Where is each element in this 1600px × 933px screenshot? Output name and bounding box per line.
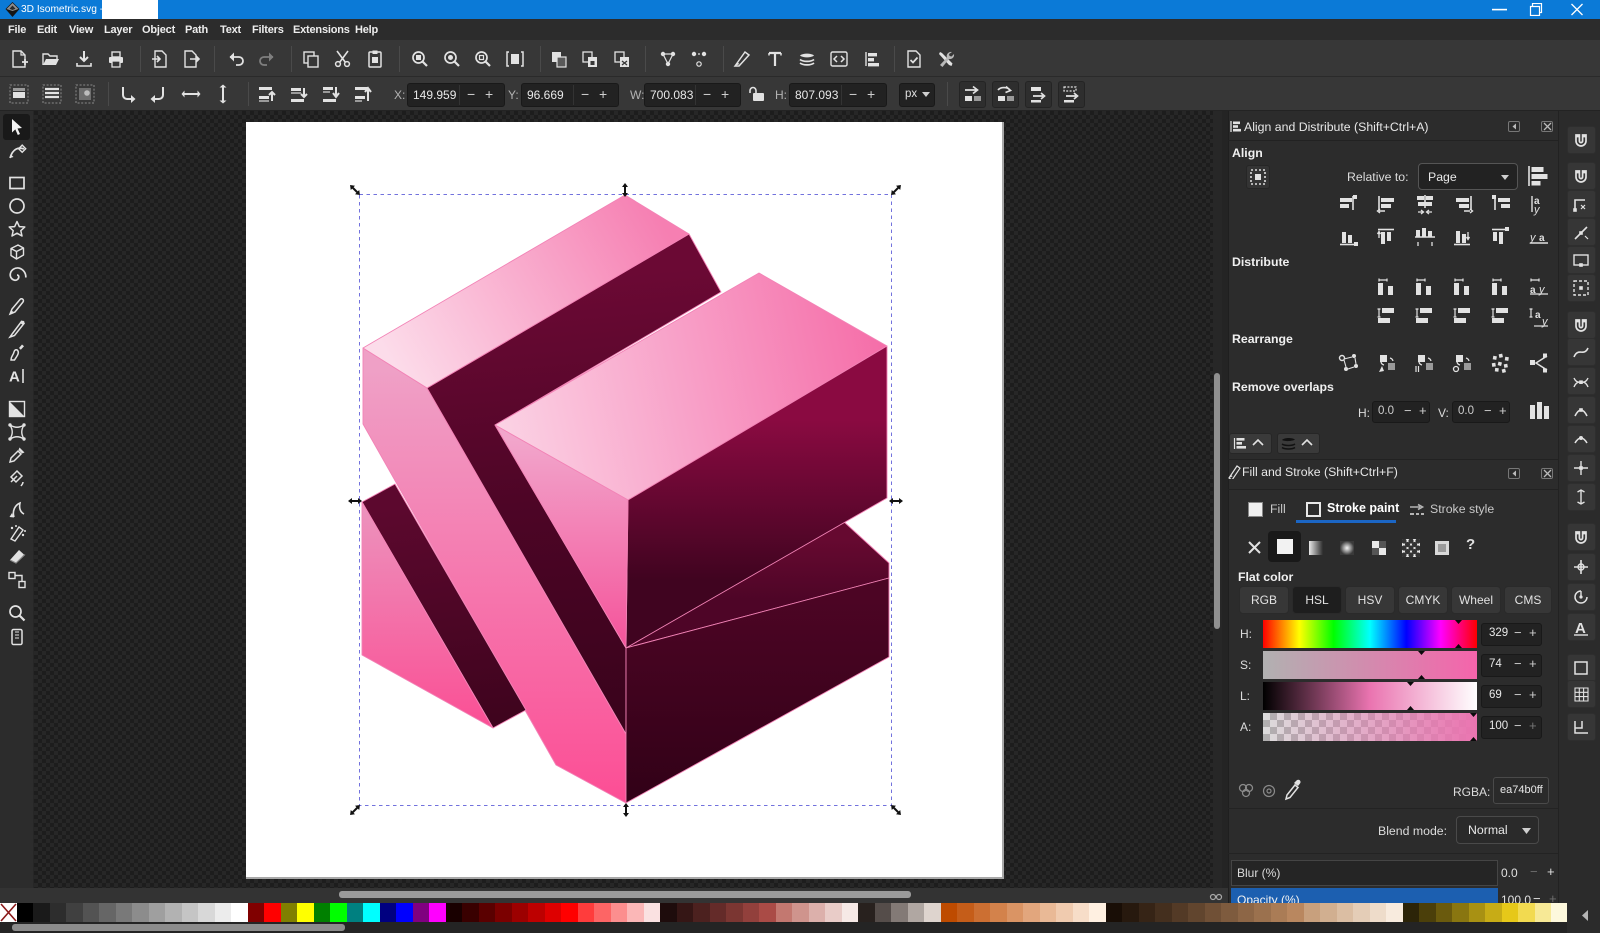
svg-text:A: A [9,369,20,386]
svg-text:y: y [1529,232,1537,244]
svg-text:y: y [1533,204,1541,216]
svg-text:a: a [1539,233,1545,244]
svg-text:a: a [1535,310,1541,321]
